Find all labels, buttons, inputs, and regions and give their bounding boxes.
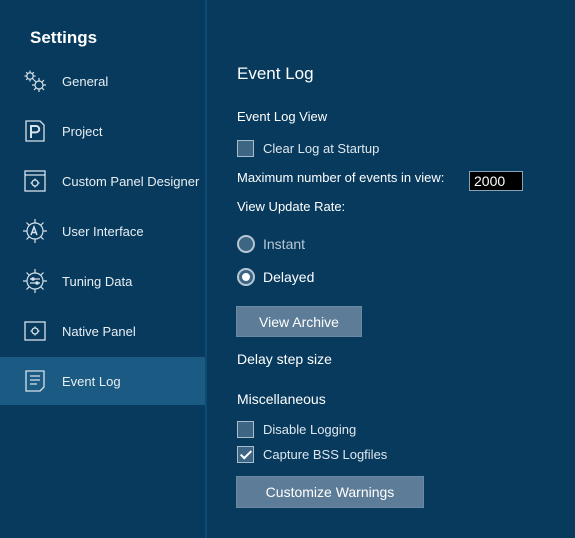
event-log-settings-panel: Event Log Event Log View Clear Log at St…: [207, 0, 575, 538]
sidebar-item-label: Project: [62, 123, 103, 139]
delay-step-size-label: Delay step size: [237, 351, 332, 367]
clear-log-label: Clear Log at Startup: [263, 141, 380, 156]
sidebar-item-general[interactable]: General: [0, 57, 205, 105]
radio-delayed[interactable]: [237, 268, 255, 286]
sidebar-item-tuning-data[interactable]: Tuning Data: [0, 257, 205, 305]
tuning-gear-icon: [21, 267, 49, 295]
max-events-label: Maximum number of events in view:: [237, 170, 445, 185]
clear-log-checkbox[interactable]: [237, 140, 254, 157]
sidebar-item-label: User Interface: [62, 223, 144, 239]
radio-instant[interactable]: [237, 235, 255, 253]
gears-icon: [21, 67, 49, 95]
disable-logging-checkbox[interactable]: [237, 421, 254, 438]
view-update-rate-label: View Update Rate:: [237, 199, 346, 214]
miscellaneous-heading: Miscellaneous: [237, 391, 326, 407]
radio-instant-row[interactable]: Instant: [237, 235, 305, 253]
sidebar-item-user-interface[interactable]: User Interface: [0, 207, 205, 255]
event-log-document-icon: [21, 367, 49, 395]
sidebar-item-event-log[interactable]: Event Log: [0, 357, 205, 405]
customize-warnings-button[interactable]: Customize Warnings: [236, 476, 424, 508]
native-panel-icon: [21, 317, 49, 345]
project-p-icon: [21, 117, 49, 145]
event-log-view-heading: Event Log View: [237, 109, 328, 124]
view-archive-button[interactable]: View Archive: [236, 306, 362, 337]
max-events-input[interactable]: [469, 171, 523, 191]
sidebar-item-label: General: [62, 73, 109, 89]
sidebar-item-project[interactable]: Project: [0, 107, 205, 155]
sidebar-item-label: Event Log: [62, 373, 121, 389]
disable-logging-row[interactable]: Disable Logging: [237, 421, 356, 438]
settings-sidebar: Settings General Project Custom Panel De…: [0, 0, 205, 538]
sidebar-item-label: Tuning Data: [62, 273, 133, 289]
radio-delayed-row[interactable]: Delayed: [237, 268, 314, 286]
capture-bss-logfiles-row[interactable]: Capture BSS Logfiles: [237, 446, 387, 463]
sidebar-item-label: Custom Panel Designer: [62, 173, 200, 189]
sidebar-item-label: Native Panel: [62, 323, 136, 339]
disable-logging-label: Disable Logging: [263, 422, 357, 437]
radio-instant-label: Instant: [263, 236, 306, 252]
page-title: Event Log: [237, 64, 314, 83]
capture-bss-checkbox[interactable]: [237, 446, 254, 463]
radio-delayed-label: Delayed: [263, 269, 315, 285]
sidebar-item-native-panel[interactable]: Native Panel: [0, 307, 205, 355]
clear-log-at-startup-row[interactable]: Clear Log at Startup: [237, 140, 379, 157]
capture-bss-label: Capture BSS Logfiles: [263, 447, 388, 462]
sidebar-title: Settings: [30, 28, 98, 47]
user-interface-gear-icon: [21, 217, 49, 245]
sidebar-item-custom-panel-designer[interactable]: Custom Panel Designer: [0, 157, 205, 205]
panel-designer-icon: [21, 167, 49, 195]
